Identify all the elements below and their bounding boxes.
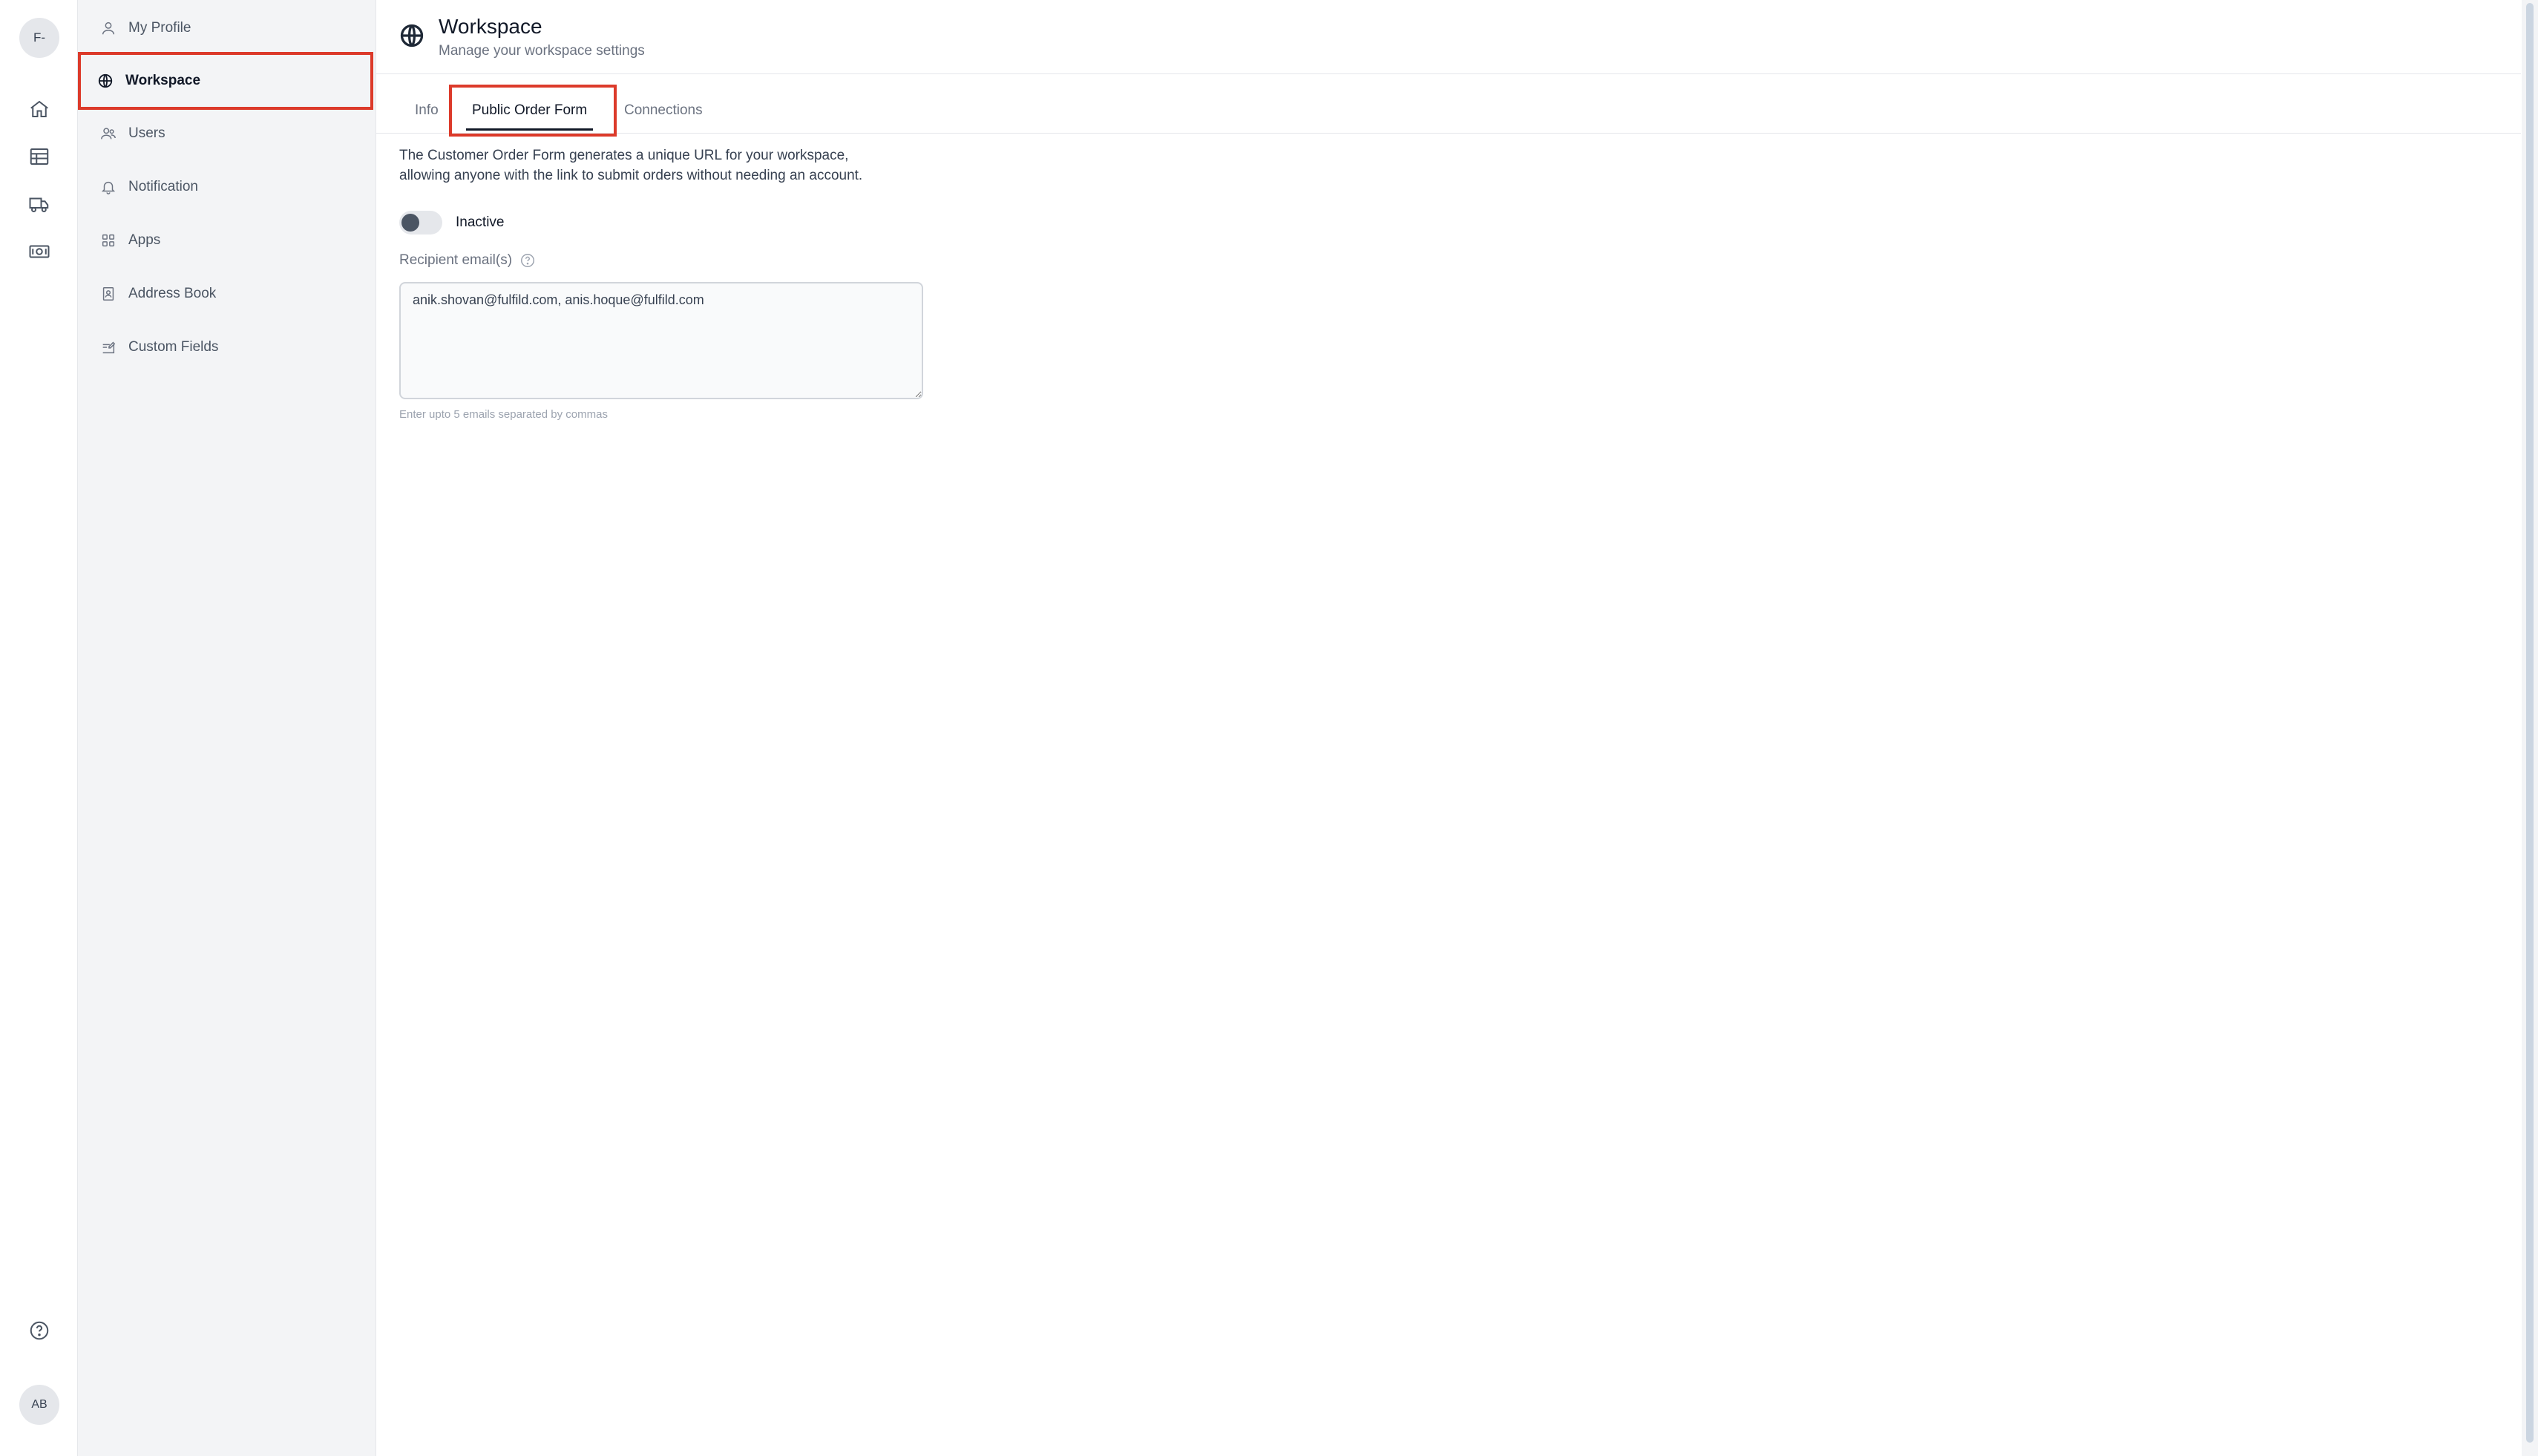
- page-scrollbar[interactable]: [2522, 0, 2538, 1456]
- recipient-label-text: Recipient email(s): [399, 252, 513, 268]
- sidebar-item-my-profile[interactable]: My Profile: [84, 3, 370, 53]
- main-content: Workspace Manage your workspace settings…: [376, 0, 2521, 1456]
- sidebar-item-notification[interactable]: Notification: [84, 162, 370, 212]
- sidebar-item-workspace[interactable]: Workspace: [78, 52, 373, 110]
- sidebar-item-users[interactable]: Users: [84, 108, 370, 159]
- active-toggle[interactable]: [399, 211, 442, 235]
- helper-text: Enter upto 5 emails separated by commas: [399, 408, 608, 421]
- globe-icon: [399, 22, 425, 49]
- page-title: Workspace: [439, 15, 542, 38]
- icon-rail: F- AB: [0, 0, 78, 1456]
- sidebar-item-label: Address Book: [128, 286, 217, 301]
- scrollbar-thumb[interactable]: [2526, 3, 2534, 1443]
- globe-icon: [96, 71, 115, 91]
- tab-bar: Info Public Order Form Connections: [376, 88, 2521, 134]
- toggle-knob: [401, 214, 419, 232]
- edit-fields-icon: [99, 338, 118, 357]
- form-description: The Customer Order Form generates a uniq…: [399, 145, 963, 186]
- recipient-emails-field[interactable]: anik.shovan@fulfild.com, anis.hoque@fulf…: [399, 282, 923, 399]
- recipient-email-label: Recipient email(s): [399, 252, 536, 269]
- sidebar-item-custom-fields[interactable]: Custom Fields: [84, 322, 370, 373]
- user-avatar[interactable]: AB: [19, 1385, 59, 1425]
- description-line: The Customer Order Form generates a uniq…: [399, 148, 849, 163]
- sidebar-item-label: Notification: [128, 179, 198, 194]
- help-circle-icon[interactable]: [519, 252, 536, 269]
- bell-icon: [99, 177, 118, 197]
- tab-highlight-box: [449, 85, 617, 137]
- page-subtitle: Manage your workspace settings: [439, 43, 645, 59]
- user-icon: [99, 19, 118, 38]
- status-toggle-row: Inactive: [399, 211, 504, 235]
- settings-sidebar: My Profile Workspace Users Notification …: [78, 0, 376, 1456]
- tab-connections[interactable]: Connections: [624, 88, 703, 134]
- sidebar-item-label: Custom Fields: [128, 339, 219, 355]
- workspace-avatar[interactable]: F-: [19, 18, 59, 58]
- description-line: allowing anyone with the link to submit …: [399, 168, 863, 183]
- table-icon[interactable]: [27, 144, 52, 169]
- page-header: Workspace Manage your workspace settings: [376, 0, 2521, 74]
- sidebar-item-address-book[interactable]: Address Book: [84, 269, 370, 319]
- truck-icon[interactable]: [27, 191, 52, 217]
- address-book-icon: [99, 284, 118, 304]
- sidebar-item-label: Workspace: [125, 73, 201, 88]
- apps-grid-icon: [99, 231, 118, 250]
- sidebar-item-apps[interactable]: Apps: [84, 215, 370, 266]
- sidebar-item-label: Users: [128, 125, 165, 141]
- users-icon: [99, 124, 118, 143]
- sidebar-item-label: Apps: [128, 232, 161, 248]
- home-icon[interactable]: [27, 96, 52, 122]
- help-circle-icon[interactable]: [27, 1318, 52, 1343]
- toggle-label: Inactive: [456, 214, 505, 230]
- money-icon[interactable]: [27, 239, 52, 264]
- sidebar-item-label: My Profile: [128, 20, 191, 36]
- tab-info[interactable]: Info: [415, 88, 439, 134]
